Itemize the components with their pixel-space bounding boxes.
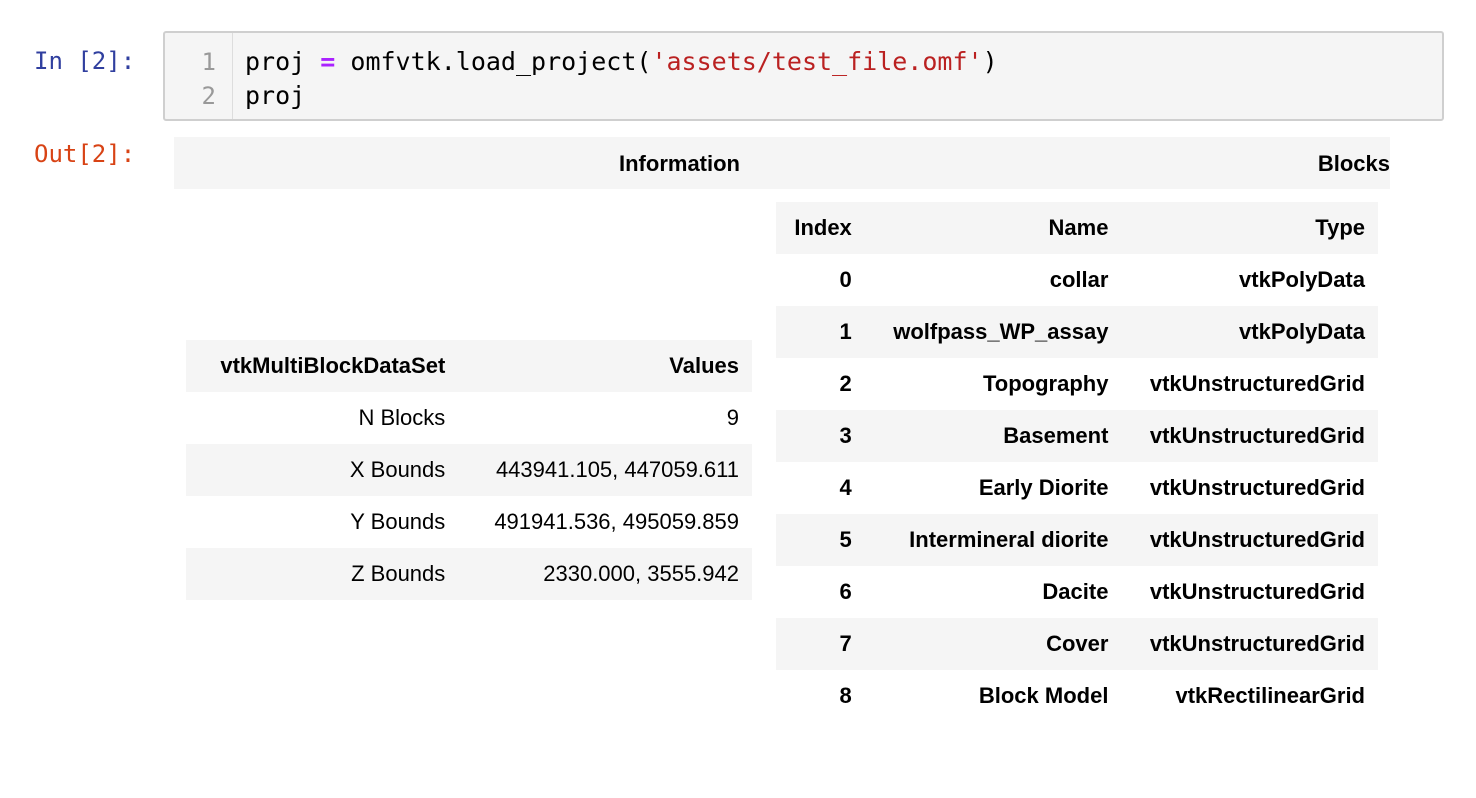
block-index: 4 bbox=[839, 475, 852, 500]
information-header: Information bbox=[619, 151, 740, 176]
line-number: 2 bbox=[201, 82, 216, 110]
code-line[interactable]: proj bbox=[245, 81, 305, 110]
column-header: Values bbox=[669, 353, 739, 378]
block-name: wolfpass_WP_assay bbox=[893, 319, 1109, 344]
line-number-gutter: 1 2 bbox=[165, 33, 233, 119]
block-type: vtkUnstructuredGrid bbox=[1149, 423, 1365, 448]
table-row: X Bounds 443941.105, 447059.611 bbox=[186, 444, 752, 496]
block-name: Early Diorite bbox=[978, 475, 1109, 500]
block-name: collar bbox=[1049, 267, 1109, 292]
block-name: Basement bbox=[1003, 423, 1109, 448]
block-type: vtkUnstructuredGrid bbox=[1149, 527, 1365, 552]
block-name: Cover bbox=[1046, 631, 1109, 656]
table-row: 4 Early Diorite vtkUnstructuredGrid bbox=[776, 462, 1378, 514]
code-call: omfvtk.load_project( bbox=[350, 47, 652, 76]
table-row: Y Bounds 491941.536, 495059.859 bbox=[186, 496, 752, 548]
block-type: vtkPolyData bbox=[1239, 267, 1365, 292]
block-type: vtkUnstructuredGrid bbox=[1149, 371, 1365, 396]
code-line[interactable]: proj = omfvtk.load_project('assets/test_… bbox=[245, 47, 998, 76]
code-string: 'assets/test_file.omf' bbox=[651, 47, 983, 76]
row-value: 2330.000, 3555.942 bbox=[543, 561, 739, 586]
table-row: 7 Cover vtkUnstructuredGrid bbox=[776, 618, 1378, 670]
block-index: 7 bbox=[839, 631, 852, 656]
table-row: 6 Dacite vtkUnstructuredGrid bbox=[776, 566, 1378, 618]
table-row: 8 Block Model vtkRectilinearGrid bbox=[776, 670, 1378, 722]
block-index: 1 bbox=[839, 319, 852, 344]
information-table: vtkMultiBlockDataSet Values N Blocks 9 X… bbox=[186, 340, 752, 600]
block-type: vtkRectilinearGrid bbox=[1175, 683, 1365, 708]
column-header: Index bbox=[794, 215, 852, 240]
table-row: 2 Topography vtkUnstructuredGrid bbox=[776, 358, 1378, 410]
block-name: Dacite bbox=[1042, 579, 1109, 604]
row-value: 491941.536, 495059.859 bbox=[494, 509, 739, 534]
block-index: 5 bbox=[839, 527, 852, 552]
table-row: 1 wolfpass_WP_assay vtkPolyData bbox=[776, 306, 1378, 358]
block-index: 3 bbox=[839, 423, 852, 448]
row-label: N Blocks bbox=[358, 405, 446, 430]
input-prompt: In [2]: bbox=[34, 47, 136, 75]
row-value: 443941.105, 447059.611 bbox=[495, 457, 739, 482]
code-operator: = bbox=[320, 47, 336, 76]
block-name: Topography bbox=[982, 371, 1109, 396]
row-value: 9 bbox=[726, 405, 739, 430]
block-type: vtkUnstructuredGrid bbox=[1149, 579, 1365, 604]
blocks-table: Index Name Type 0 collar vtkPolyData 1 w… bbox=[776, 202, 1378, 722]
table-header-row: vtkMultiBlockDataSet Values bbox=[186, 340, 752, 392]
code-paren: ) bbox=[982, 47, 998, 76]
row-label: X Bounds bbox=[349, 457, 446, 482]
table-header-row: Index Name Type bbox=[776, 202, 1378, 254]
column-header: vtkMultiBlockDataSet bbox=[220, 353, 446, 378]
code-cell-editor[interactable]: 1 2 proj = omfvtk.load_project('assets/t… bbox=[163, 31, 1444, 121]
code-variable: proj bbox=[245, 47, 306, 76]
output-prompt: Out[2]: bbox=[34, 140, 136, 168]
block-name: Intermineral diorite bbox=[909, 527, 1109, 552]
block-index: 2 bbox=[839, 371, 852, 396]
block-type: vtkUnstructuredGrid bbox=[1149, 475, 1365, 500]
table-row: 5 Intermineral diorite vtkUnstructuredGr… bbox=[776, 514, 1378, 566]
row-label: Z Bounds bbox=[351, 561, 446, 586]
block-name: Block Model bbox=[978, 683, 1109, 708]
line-number: 1 bbox=[201, 48, 216, 76]
table-row: 0 collar vtkPolyData bbox=[776, 254, 1378, 306]
output-header-row: Information Blocks bbox=[174, 137, 1390, 189]
block-index: 8 bbox=[839, 683, 852, 708]
table-row: Z Bounds 2330.000, 3555.942 bbox=[186, 548, 752, 600]
table-row: 3 Basement vtkUnstructuredGrid bbox=[776, 410, 1378, 462]
blocks-header: Blocks bbox=[1317, 151, 1390, 176]
row-label: Y Bounds bbox=[350, 509, 446, 534]
block-index: 6 bbox=[839, 579, 852, 604]
column-header: Type bbox=[1315, 215, 1365, 240]
block-index: 0 bbox=[839, 267, 852, 292]
block-type: vtkPolyData bbox=[1239, 319, 1365, 344]
block-type: vtkUnstructuredGrid bbox=[1149, 631, 1365, 656]
table-row: N Blocks 9 bbox=[186, 392, 752, 444]
column-header: Name bbox=[1048, 215, 1109, 240]
